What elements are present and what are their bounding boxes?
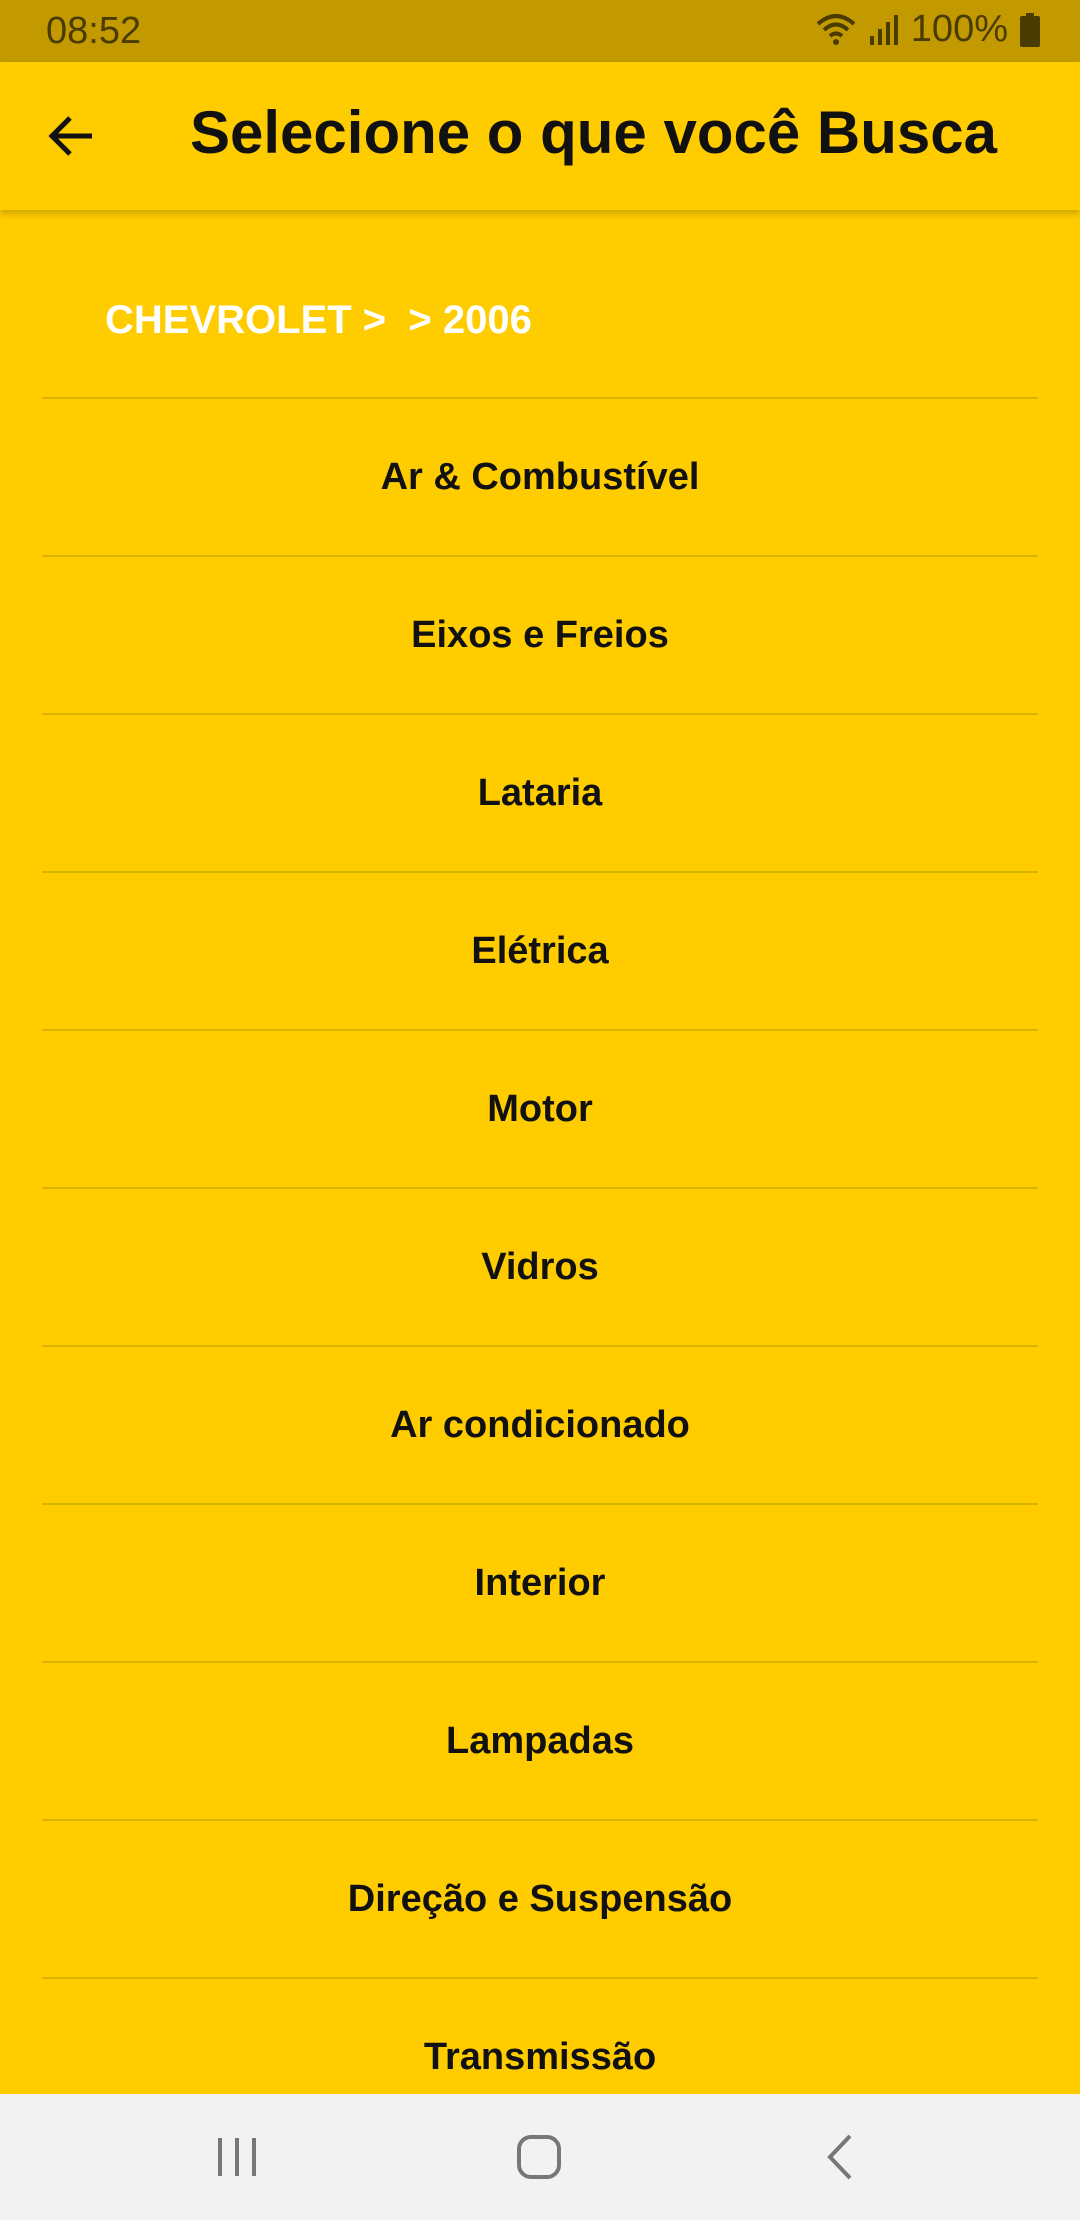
home-icon[interactable] <box>504 2122 574 2192</box>
list-item[interactable]: Interior <box>42 1505 1038 1663</box>
battery-percent: 100% <box>910 8 1008 50</box>
list-item[interactable]: Direção e Suspensão <box>42 1821 1038 1979</box>
recents-icon[interactable] <box>202 2122 272 2192</box>
status-bar: 08:52 100% <box>0 0 1080 62</box>
status-icons: 100% <box>815 8 1040 51</box>
back-icon[interactable] <box>806 2122 876 2192</box>
app-bar: Selecione o que você Busca <box>0 62 1080 210</box>
page-title: Selecione o que você Busca <box>190 99 997 166</box>
list-item[interactable]: Ar & Combustível <box>42 399 1038 557</box>
arrow-back-icon[interactable] <box>42 106 102 166</box>
list-item[interactable]: Elétrica <box>42 873 1038 1031</box>
list-item[interactable]: Ar condicionado <box>42 1347 1038 1505</box>
signal-icon <box>869 14 899 46</box>
category-list: Ar & Combustível Eixos e Freios Lataria … <box>42 397 1038 2094</box>
system-nav-bar <box>0 2094 1080 2220</box>
status-time: 08:52 <box>46 10 142 52</box>
content-area: CHEVROLET > > 2006 Ar & Combustível Eixo… <box>0 210 1080 2094</box>
wifi-icon <box>815 12 857 48</box>
list-item[interactable]: Motor <box>42 1031 1038 1189</box>
list-item[interactable]: Lampadas <box>42 1663 1038 1821</box>
list-item[interactable]: Transmissão <box>42 1979 1038 2094</box>
battery-icon <box>1020 12 1040 47</box>
breadcrumb: CHEVROLET > > 2006 <box>105 298 532 342</box>
list-item[interactable]: Eixos e Freios <box>42 557 1038 715</box>
list-item[interactable]: Vidros <box>42 1189 1038 1347</box>
list-item[interactable]: Lataria <box>42 715 1038 873</box>
